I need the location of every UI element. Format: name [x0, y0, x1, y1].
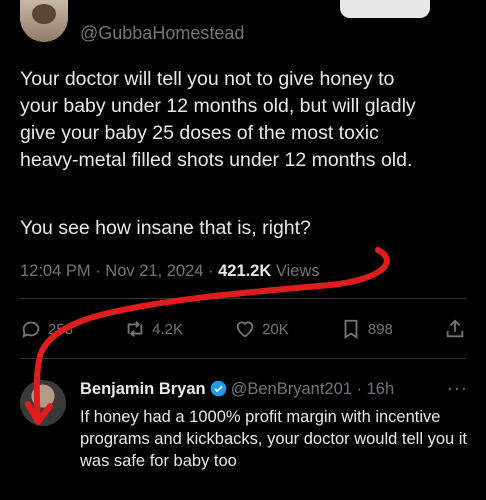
bookmark-icon: [344, 319, 358, 339]
reply-avatar[interactable]: [20, 380, 66, 426]
reply-icon: [22, 321, 40, 339]
divider-top: [20, 298, 466, 299]
like-icon: [236, 321, 254, 338]
tweet-meta: 12:04 PM · Nov 21, 2024 · 421.2K Views: [20, 262, 320, 281]
reply-count: 258: [48, 320, 74, 338]
reply-body: If honey had a 1000% profit margin with …: [80, 408, 468, 470]
reply-button[interactable]: 258: [20, 318, 73, 340]
views-count: 421.2K: [218, 262, 272, 280]
repost-button[interactable]: 4.2K: [124, 318, 183, 340]
views-label: Views: [271, 262, 320, 280]
tweet-body: Your doctor will tell you not to give ho…: [20, 68, 416, 171]
author-avatar[interactable]: [20, 0, 68, 42]
repost-icon: [127, 321, 143, 337]
reply-author-name[interactable]: Benjamin Bryan: [80, 380, 206, 398]
bookmark-button[interactable]: 898: [340, 318, 393, 340]
repost-count: 4.2K: [152, 320, 183, 338]
tweet-timestamp[interactable]: 12:04 PM · Nov 21, 2024 ·: [20, 262, 218, 280]
author-handle[interactable]: @GubbaHomestead: [80, 23, 244, 44]
reply-author-handle[interactable]: @BenBryant201 · 16h: [231, 380, 395, 398]
share-icon: [446, 319, 464, 338]
like-button[interactable]: 20K: [234, 318, 289, 340]
share-button[interactable]: [444, 318, 466, 340]
verified-badge-icon: [210, 380, 226, 397]
top-pill-decoration: [340, 0, 430, 18]
reply-header: Benjamin Bryan @BenBryant201 · 16h: [80, 380, 394, 399]
like-count: 20K: [262, 320, 289, 338]
divider-bottom: [20, 358, 466, 359]
more-icon[interactable]: ···: [447, 378, 468, 399]
bookmark-count: 898: [367, 320, 393, 338]
tweet-question: You see how insane that is, right?: [20, 217, 311, 239]
action-bar: 258 4.2K 20K 898: [20, 318, 466, 340]
